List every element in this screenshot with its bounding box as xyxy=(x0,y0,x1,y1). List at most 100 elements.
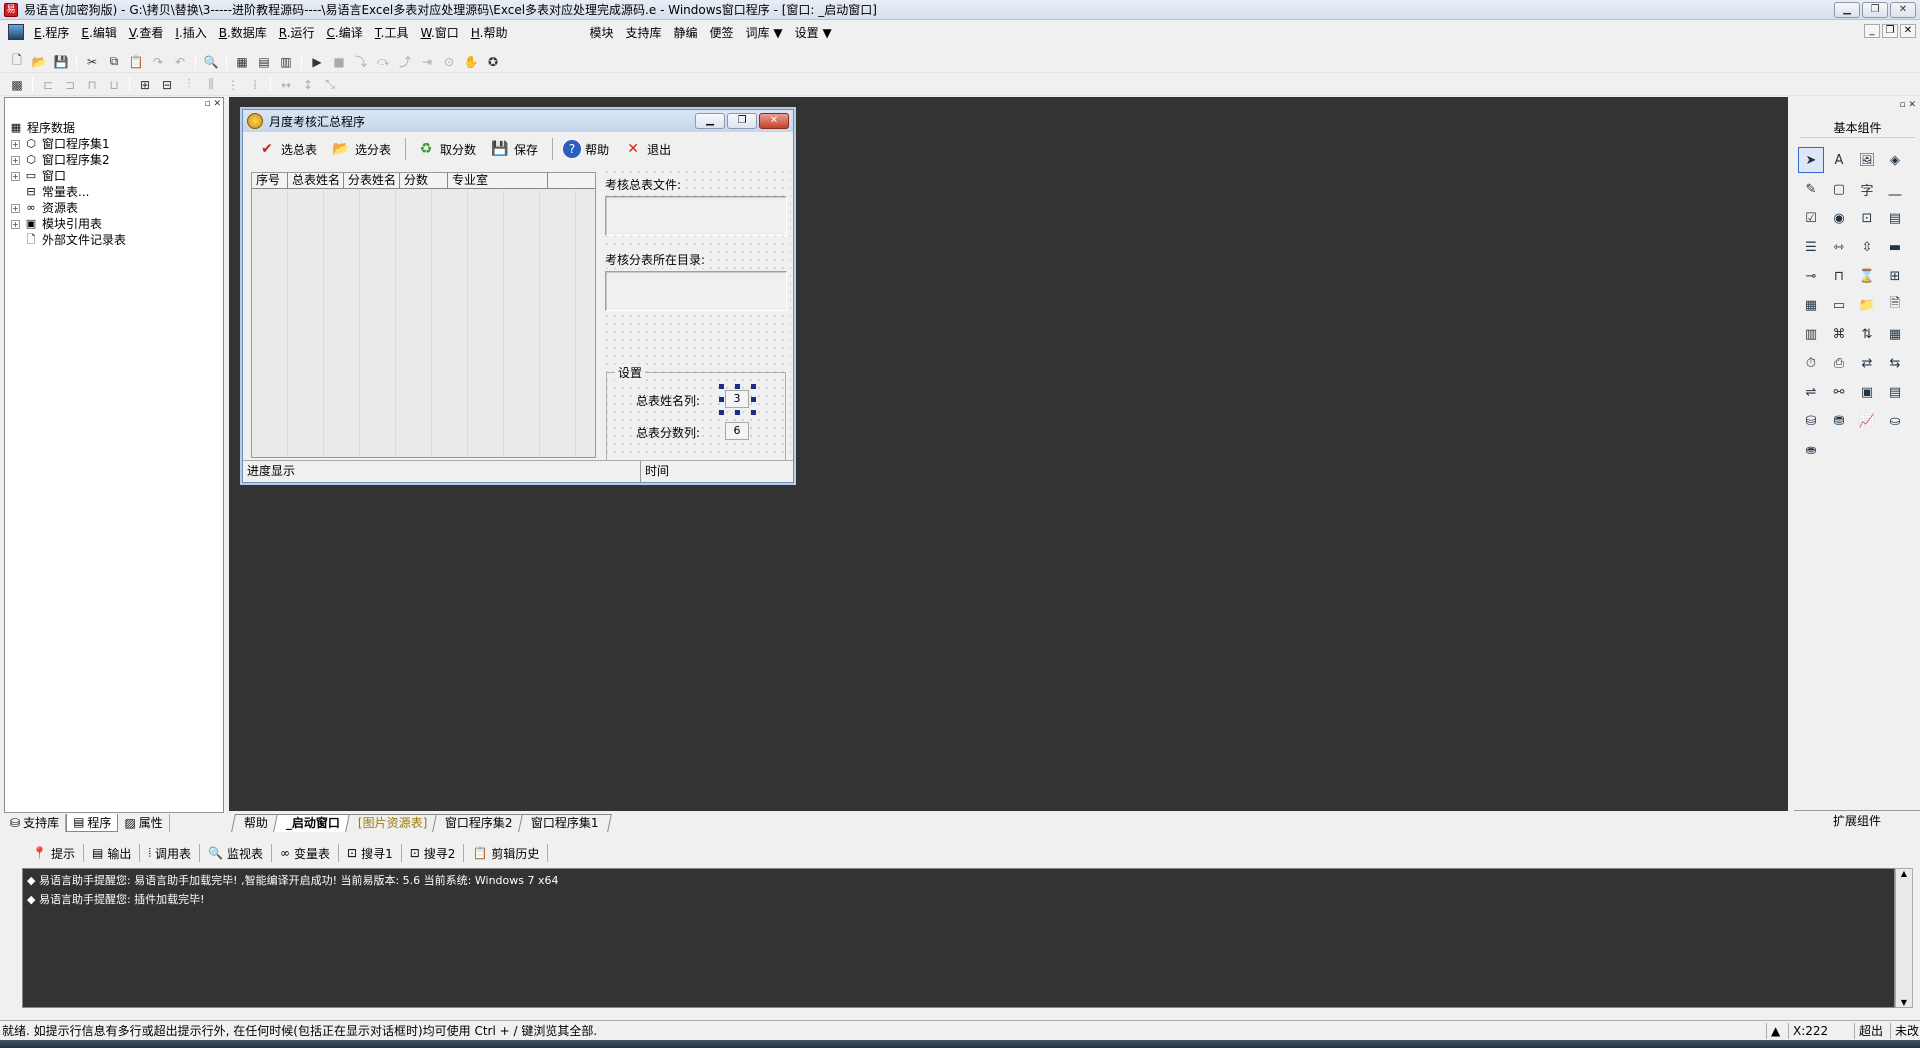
menu-tools[interactable]: T.工具 xyxy=(369,24,415,41)
tree-item-external-files[interactable]: 🗋 外部文件记录表 xyxy=(9,232,126,248)
tab-assembly1[interactable]: 窗口程序集1 xyxy=(518,814,612,832)
score-list[interactable]: 序号 总表姓名 分表姓名 分数 专业室 xyxy=(251,172,596,458)
tree-item-assembly2[interactable]: + ⬡ 窗口程序集2 xyxy=(9,152,126,168)
stop-icon[interactable]: ■ xyxy=(330,53,348,71)
column-header[interactable]: 序号 xyxy=(252,173,288,188)
client-icon[interactable]: ⇄ xyxy=(1854,350,1880,376)
tab-output[interactable]: ▤ 输出 xyxy=(84,844,141,862)
center-h-icon[interactable]: ⊞ xyxy=(136,76,154,94)
tree-root[interactable]: ▦ 程序数据 xyxy=(9,120,126,136)
expand-icon[interactable]: + xyxy=(11,155,20,165)
tab-clip-history[interactable]: 📋 剪辑历史 xyxy=(464,844,549,862)
table-icon[interactable]: ▦ xyxy=(1882,321,1908,347)
designer-form[interactable]: 月度考核汇总程序 ▁ ❐ ✕ ✔ 选总表 📂 选分表 ♻ 取分数 💾 保存 ? 帮助 ✕ 退… xyxy=(242,109,794,483)
slider-icon[interactable]: ⊸ xyxy=(1798,263,1824,289)
tab-tips[interactable]: 📍 提示 xyxy=(24,844,84,862)
tree-item-module-refs[interactable]: + ▣ 模块引用表 xyxy=(9,216,126,232)
tab-search1[interactable]: ⊡ 搜寻1 xyxy=(339,844,402,862)
close-button[interactable]: ✕ xyxy=(1890,2,1916,18)
tab-properties[interactable]: ▨ 属性 xyxy=(118,813,170,832)
mdi-minimize-button[interactable]: _ xyxy=(1864,24,1880,38)
menu-dictionary[interactable]: 词库 ▼ xyxy=(740,24,789,41)
column-header[interactable]: 总表姓名 xyxy=(288,173,344,188)
tab-call-stack[interactable]: ⦙ 调用表 xyxy=(140,844,201,862)
odbc-db-icon[interactable]: ⛂ xyxy=(1798,437,1824,463)
menu-program[interactable]: E.程序 xyxy=(28,24,75,41)
menu-insert[interactable]: I.插入 xyxy=(169,24,212,41)
find-icon[interactable]: 🔍 xyxy=(202,53,220,71)
mdi-restore-button[interactable]: ❐ xyxy=(1882,24,1898,38)
breakpoint-icon[interactable]: ⊙ xyxy=(440,53,458,71)
form-title-bar[interactable]: 月度考核汇总程序 ▁ ❐ ✕ xyxy=(243,110,793,132)
form-restore-button[interactable]: ❐ xyxy=(727,113,757,129)
expand-icon[interactable]: + xyxy=(11,171,20,181)
run-icon[interactable]: ▶ xyxy=(308,53,326,71)
expand-icon[interactable]: + xyxy=(11,203,20,213)
window-tool-icon[interactable]: ▣ xyxy=(1854,379,1880,405)
menu-notes[interactable]: 便签 xyxy=(704,24,740,41)
scrollbar-h-icon[interactable]: ⇿ xyxy=(1826,234,1852,260)
help-button[interactable]: ? 帮助 xyxy=(563,140,609,158)
printer-icon[interactable]: ⎙ xyxy=(1826,350,1852,376)
step-over-icon[interactable]: ⤼ xyxy=(374,53,392,71)
network-icon[interactable]: ⌘ xyxy=(1826,321,1852,347)
align-left-icon[interactable]: ⊏ xyxy=(39,76,57,94)
db-link-icon[interactable]: ⛃ xyxy=(1826,408,1852,434)
odbc-icon[interactable]: ⛀ xyxy=(1882,408,1908,434)
plugin-icon[interactable]: ✪ xyxy=(484,53,502,71)
save-button[interactable]: 💾 保存 xyxy=(490,139,538,159)
tab-search2[interactable]: ⊡ 搜寻2 xyxy=(402,844,465,862)
total-file-field[interactable] xyxy=(605,196,787,236)
tab-support-lib[interactable]: ⛁ 支持库 xyxy=(4,813,67,832)
panel-close-icon[interactable]: ▫ ✕ xyxy=(204,99,221,109)
new-file-icon[interactable]: 🗋 xyxy=(8,53,26,71)
layout-b-icon[interactable]: ▤ xyxy=(255,53,273,71)
redo-icon[interactable]: ↷ xyxy=(149,53,167,71)
program-icon[interactable] xyxy=(8,24,24,40)
layout-c-icon[interactable]: ▥ xyxy=(277,53,295,71)
form-minimize-button[interactable]: ▁ xyxy=(695,113,725,129)
step-into-icon[interactable]: ⤵ xyxy=(352,53,370,71)
output-scrollbar[interactable]: ▲ ▼ xyxy=(1895,868,1913,1008)
toolbox-footer[interactable]: 扩展组件 xyxy=(1794,810,1920,830)
layout-a-icon[interactable]: ▦ xyxy=(233,53,251,71)
folder-tool-icon[interactable]: 📁 xyxy=(1854,292,1880,318)
tab-program[interactable]: ▤ 程序 xyxy=(66,813,119,832)
scroll-up-icon[interactable]: ▲ xyxy=(1766,1023,1788,1039)
expand-icon[interactable]: + xyxy=(11,139,20,149)
tab-image-resources[interactable]: [图片资源表] xyxy=(345,814,441,832)
menu-compile[interactable]: C.编译 xyxy=(321,24,369,41)
column-header[interactable]: 分表姓名 xyxy=(344,173,400,188)
select-sub-button[interactable]: 📂 选分表 xyxy=(331,139,391,159)
column-header[interactable]: 分数 xyxy=(400,173,448,188)
checkbox-icon[interactable]: ☑ xyxy=(1798,205,1824,231)
save-icon[interactable]: 💾 xyxy=(52,53,70,71)
cut-icon[interactable]: ✂ xyxy=(83,53,101,71)
exit-button[interactable]: ✕ 退出 xyxy=(623,139,671,159)
dde-icon[interactable]: ⚯ xyxy=(1826,379,1852,405)
column-header[interactable]: 专业室 xyxy=(448,173,548,188)
toolbar-tool-icon[interactable]: ▤ xyxy=(1882,379,1908,405)
tree-item-constants[interactable]: ⊟ 常量表... xyxy=(9,184,126,200)
open-folder-icon[interactable]: 📂 xyxy=(30,53,48,71)
radio-icon[interactable]: ◉ xyxy=(1826,205,1852,231)
tree-item-window[interactable]: + ▭ 窗口 xyxy=(9,168,126,184)
tree-item-assembly1[interactable]: + ⬡ 窗口程序集1 xyxy=(9,136,126,152)
space-eq-icon[interactable]: ⋮ xyxy=(224,76,242,94)
document-icon[interactable]: 🗎 xyxy=(1882,292,1908,318)
paste-icon[interactable]: 📋 xyxy=(127,53,145,71)
space-v-icon[interactable]: ⫼ xyxy=(202,76,220,94)
name-col-input[interactable]: 3 xyxy=(725,390,749,408)
align-top-icon[interactable]: ⊓ xyxy=(83,76,101,94)
sub-dir-field[interactable] xyxy=(605,271,787,311)
server-icon[interactable]: ⇆ xyxy=(1882,350,1908,376)
listbox-icon[interactable]: ☰ xyxy=(1798,234,1824,260)
chart-icon[interactable]: 📈 xyxy=(1854,408,1880,434)
menu-module[interactable]: 模块 xyxy=(583,24,619,41)
tab-watch[interactable]: 🔍 监视表 xyxy=(200,844,273,862)
menu-static-compile[interactable]: 静编 xyxy=(667,24,703,41)
panel-close-icon[interactable]: ▫ ✕ xyxy=(1899,100,1916,110)
menu-help[interactable]: H.帮助 xyxy=(465,24,514,41)
same-size-icon[interactable]: ⤡ xyxy=(321,76,339,94)
menu-database[interactable]: B.数据库 xyxy=(213,24,273,41)
